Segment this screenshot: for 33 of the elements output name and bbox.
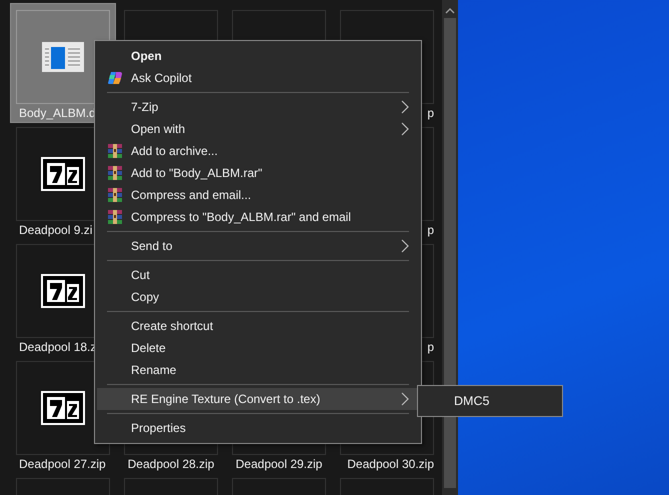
menu-item[interactable]: Rename: [97, 359, 419, 381]
menu-item[interactable]: Delete: [97, 337, 419, 359]
file-name: p: [427, 106, 434, 120]
7z-icon: [41, 157, 85, 191]
file-name: Deadpool 9.zi: [19, 223, 92, 237]
menu-item[interactable]: Compress and email...: [97, 184, 419, 206]
stacked-books-icon: [107, 165, 123, 181]
file-name: Deadpool 27.zip: [19, 457, 106, 471]
stacked-books-icon: [107, 143, 123, 159]
menu-item[interactable]: Add to "Body_ALBM.rar": [97, 162, 419, 184]
menu-item[interactable]: Add to archive...: [97, 140, 419, 162]
file-name: Body_ALBM.d: [19, 106, 96, 120]
menu-item[interactable]: DMC5: [420, 390, 560, 412]
menu-item[interactable]: Compress to "Body_ALBM.rar" and email: [97, 206, 419, 228]
stacked-books-icon: [107, 209, 123, 225]
file-name: Deadpool 30.zip: [347, 457, 434, 471]
colorful-swirl-icon: [107, 70, 123, 86]
menu-item[interactable]: Send to: [97, 235, 419, 257]
7z-icon: [41, 391, 85, 425]
scrollbar-thumb[interactable]: [444, 18, 456, 488]
file-name: p: [427, 340, 434, 354]
menu-item[interactable]: RE Engine Texture (Convert to .tex): [97, 388, 419, 410]
file-name: p: [427, 223, 434, 237]
document-icon: [42, 42, 84, 72]
menu-item[interactable]: Copy: [97, 286, 419, 308]
file-name: Deadpool 29.zip: [236, 457, 322, 471]
menu-item[interactable]: Properties: [97, 417, 419, 439]
7z-icon: [41, 274, 85, 308]
file-name: Deadpool 28.zip: [128, 457, 214, 471]
menu-item[interactable]: Cut: [97, 264, 419, 286]
menu-item[interactable]: Create shortcut: [97, 315, 419, 337]
stacked-books-icon: [107, 187, 123, 203]
scroll-up-icon[interactable]: [445, 8, 455, 14]
